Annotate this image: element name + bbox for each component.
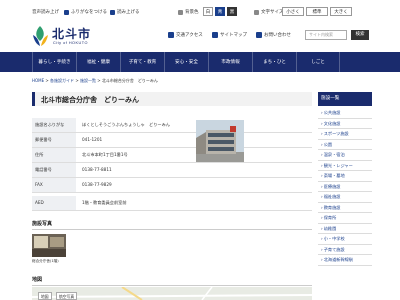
sidebar-item[interactable]: 医療施設 xyxy=(318,181,372,192)
bg-black-button[interactable]: 黒 xyxy=(227,7,237,16)
utility-bar: 音声読み上げ ふりがなをつける 読み上げる 背景色 白 青 黒 文字サイズ 小さ… xyxy=(0,0,400,22)
nav-item-town[interactable]: まち・ひと xyxy=(252,52,296,72)
photo-caption: 総合分庁舎(1階) xyxy=(32,259,59,263)
voice-link[interactable]: 音声読み上げ xyxy=(32,8,59,16)
bg-blue-button[interactable]: 青 xyxy=(215,7,225,16)
search-input[interactable]: サイト内検索 xyxy=(305,30,347,40)
info-value: 041-1201 xyxy=(82,137,103,142)
palette-icon xyxy=(178,9,183,15)
bg-white-button[interactable]: 白 xyxy=(203,7,213,16)
furigana-icon xyxy=(64,9,69,15)
font-standard-button[interactable]: 標準 xyxy=(306,7,328,16)
breadcrumb-facility-list[interactable]: 施設一覧 xyxy=(80,78,96,83)
info-value: 北斗市本町1丁目1番1号 xyxy=(82,152,128,157)
font-small-button[interactable]: 小さく xyxy=(282,7,304,16)
sidebar-item[interactable]: 教育施設 xyxy=(318,202,372,213)
font-large-button[interactable]: 大きく xyxy=(330,7,352,16)
info-value: 1階・教育委員会前室前 xyxy=(82,200,127,205)
nav-item-government[interactable]: 市政情報 xyxy=(208,52,252,72)
info-value: ほくとしそうごうぶんちょうしゃ どりーみん xyxy=(82,122,170,127)
sidebar-item[interactable]: 子育て施設 xyxy=(318,244,372,255)
divider xyxy=(32,285,312,286)
sidebar-item[interactable]: スポーツ施設 xyxy=(318,129,372,140)
breadcrumb: HOME > 各施設ガイド > 施設一覧 > 北斗市総合分庁舎 どりーみん xyxy=(32,78,158,83)
info-row: 電話番号 0138-77-8811 xyxy=(32,163,312,178)
photos-heading: 施設写真 xyxy=(32,221,53,227)
nav-item-welfare[interactable]: 福祉・健康 xyxy=(76,52,120,72)
page-title-bar: 北斗市総合分庁舎 どりーみん xyxy=(32,92,312,106)
search-button[interactable]: 検索 xyxy=(351,30,369,40)
satellite-view-button[interactable]: 航空写真 xyxy=(56,292,78,300)
furigana-link-label: ふりがなをつける xyxy=(71,10,107,15)
info-row: 施設名ふりがな ほくとしそうごうぶんちょうしゃ どりーみん xyxy=(32,118,312,133)
interior-photo-thumbnail[interactable] xyxy=(32,234,66,257)
city-name[interactable]: 北斗市 xyxy=(52,25,91,42)
bg-color-label: 背景色 xyxy=(178,8,199,16)
map-embed[interactable]: 地図 航空写真 xyxy=(32,287,312,300)
sitemap-icon xyxy=(212,32,218,38)
nav-item-education[interactable]: 子育て・教育 xyxy=(120,52,164,72)
sidebar-item[interactable]: 観光・レジャー xyxy=(318,160,372,171)
sidebar-item[interactable]: 北海道新幹線駅 xyxy=(318,255,372,266)
read-aloud-link[interactable]: 読み上げる xyxy=(110,8,140,16)
breadcrumb-current: 北斗市総合分庁舎 どりーみん xyxy=(101,78,158,83)
nav-item-living[interactable]: 暮らし・手続き xyxy=(32,52,76,72)
nav-item-safety[interactable]: 安心・安全 xyxy=(164,52,208,72)
info-row: 住所 北斗市本町1丁目1番1号 xyxy=(32,148,312,163)
sidebar-item[interactable]: 公共施設 xyxy=(318,108,372,119)
speaker-icon xyxy=(110,9,115,15)
city-logo-icon[interactable] xyxy=(32,25,49,47)
breadcrumb-home[interactable]: HOME xyxy=(32,78,44,83)
divider xyxy=(32,229,312,230)
sidebar-item[interactable]: 公園 xyxy=(318,139,372,150)
contact-link[interactable]: お問い合わせ xyxy=(256,32,291,38)
building-photo xyxy=(196,120,244,162)
map-heading: 地図 xyxy=(32,277,43,283)
global-nav: 暮らし・手続き 福祉・健康 子育て・教育 安心・安全 市政情報 まち・ひと しご… xyxy=(0,52,400,72)
city-name-english: City of HOKUTO xyxy=(53,41,88,45)
sidebar-item[interactable]: 斎場・墓地 xyxy=(318,171,372,182)
info-label: 電話番号 xyxy=(32,163,76,177)
sidebar-item[interactable]: 保育所 xyxy=(318,213,372,224)
sidebar-item[interactable]: 福祉施設 xyxy=(318,192,372,203)
info-value: 0138-77-9829 xyxy=(82,182,112,187)
info-label: 郵便番号 xyxy=(32,133,76,147)
font-size-label: 文字サイズ xyxy=(254,8,283,16)
info-label: 施設名ふりがな xyxy=(32,118,76,132)
train-icon xyxy=(168,32,174,38)
info-label: FAX xyxy=(32,178,76,192)
site-header: 北斗市 City of HOKUTO 交通アクセス サイトマップ お問い合わせ … xyxy=(0,22,400,52)
sidebar-item[interactable]: 文化施設 xyxy=(318,118,372,129)
info-row: AED 1階・教育委員会前室前 xyxy=(32,196,312,211)
sidebar-heading: 施設一覧 xyxy=(318,92,372,106)
info-row: FAX 0138-77-9829 xyxy=(32,178,312,193)
breadcrumb-facility-guide[interactable]: 各施設ガイド xyxy=(50,78,74,83)
info-label: 住所 xyxy=(32,148,76,162)
mail-icon xyxy=(256,32,262,38)
info-row: 郵便番号 041-1201 xyxy=(32,133,312,148)
nav-item-work[interactable]: しごと xyxy=(296,52,340,72)
voice-link-label: 音声読み上げ xyxy=(32,10,59,15)
info-label: AED xyxy=(32,196,76,210)
read-aloud-label: 読み上げる xyxy=(117,10,140,15)
sidebar-item[interactable]: 小・中学校 xyxy=(318,234,372,245)
furigana-link[interactable]: ふりがなをつける xyxy=(64,8,107,16)
sidebar-item[interactable]: 温泉・宿泊 xyxy=(318,150,372,161)
map-view-button[interactable]: 地図 xyxy=(38,292,52,300)
text-size-icon xyxy=(254,9,259,15)
info-value: 0138-77-8811 xyxy=(82,167,112,172)
sidebar-item[interactable]: 幼稚園 xyxy=(318,223,372,234)
page-title: 北斗市総合分庁舎 どりーみん xyxy=(41,96,139,104)
sitemap-link[interactable]: サイトマップ xyxy=(212,32,247,38)
access-link[interactable]: 交通アクセス xyxy=(168,32,203,38)
